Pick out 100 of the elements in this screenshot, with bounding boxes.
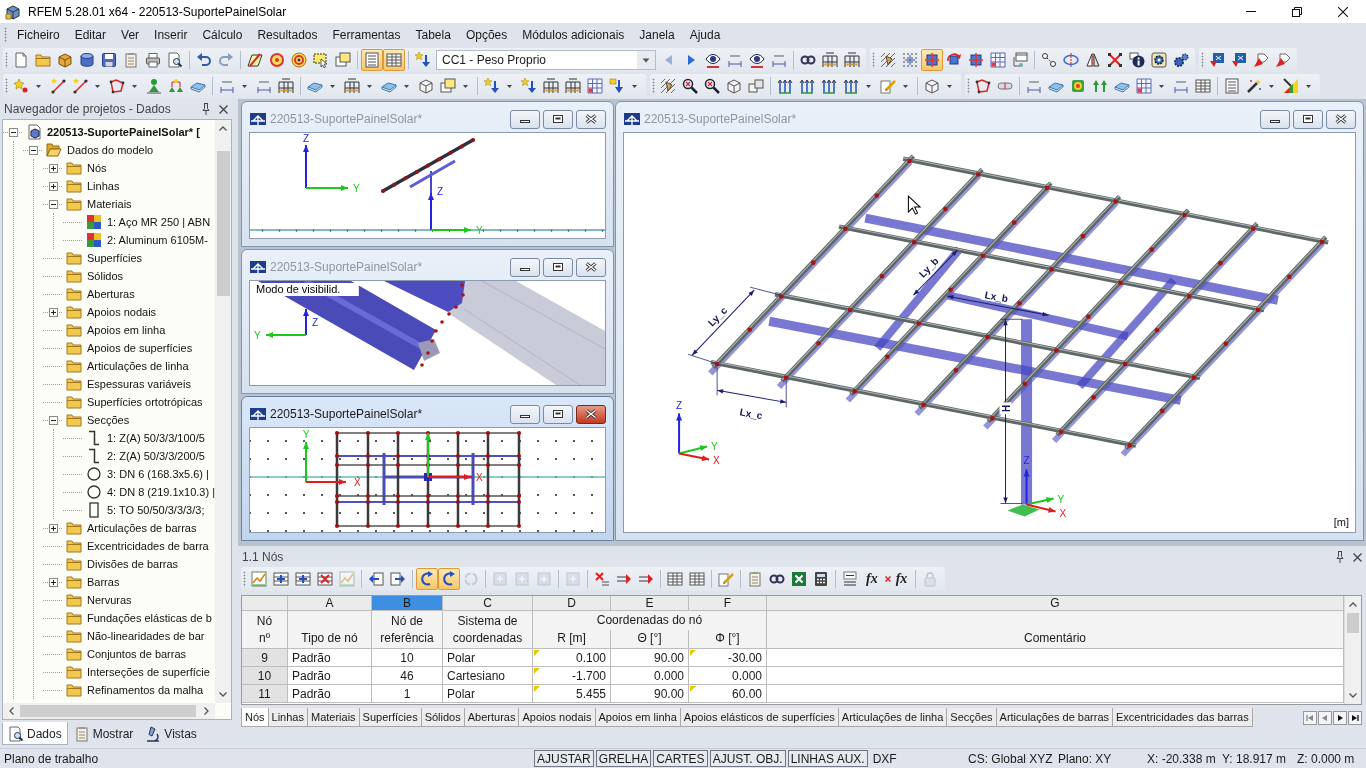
pin-icon[interactable] xyxy=(1335,551,1345,563)
polyline-icon[interactable] xyxy=(109,78,125,94)
tree-item[interactable]: Nervuras xyxy=(87,594,132,606)
tree-item[interactable]: Secções xyxy=(87,414,130,426)
menu-item[interactable]: Janela xyxy=(632,26,682,44)
minus-box-icon[interactable] xyxy=(8,127,18,137)
tree-item[interactable]: Sólidos xyxy=(87,270,124,282)
tree-item[interactable]: 2: Aluminum 6105M- xyxy=(107,234,208,246)
scrollbar[interactable] xyxy=(3,703,215,719)
tree-item[interactable]: Excentricidades de barra xyxy=(87,540,209,552)
gears-icon[interactable] xyxy=(1173,52,1189,68)
magnifier-icon[interactable] xyxy=(682,78,698,94)
chevron-right-icon[interactable] xyxy=(204,707,209,715)
hatch-icon[interactable] xyxy=(880,52,896,68)
plus-box-icon[interactable] xyxy=(48,577,58,587)
axes-icon[interactable] xyxy=(843,78,859,94)
toolbar-grip[interactable] xyxy=(967,78,970,94)
row-header[interactable]: 9 xyxy=(242,649,288,667)
close-icon[interactable] xyxy=(219,104,228,114)
minus-box-icon[interactable] xyxy=(48,415,58,425)
nodes-icon[interactable] xyxy=(1041,52,1057,68)
chevron-left-icon[interactable] xyxy=(9,707,14,715)
chart-icon[interactable] xyxy=(251,571,267,587)
table-tab[interactable]: Apoios nodais xyxy=(518,708,596,727)
maximize-button[interactable] xyxy=(543,257,573,277)
tree-item[interactable]: 5: TO 50/50/3/3/3/3; xyxy=(107,504,205,516)
tree-item[interactable]: 2: Z(A) 50/3/3/200/5 xyxy=(107,450,205,462)
grid-icon[interactable] xyxy=(587,78,603,94)
table-icon[interactable] xyxy=(689,571,705,587)
cube-icon[interactable] xyxy=(418,78,434,94)
chevron-down-icon[interactable] xyxy=(219,692,227,697)
wand-icon[interactable] xyxy=(1246,78,1262,94)
table-tab[interactable]: Aberturas xyxy=(463,708,520,727)
tree-item[interactable]: Superfícies ortotrópicas xyxy=(87,396,203,408)
tree-item[interactable]: Interseções de superfície xyxy=(87,666,210,678)
parallelogram-icon[interactable] xyxy=(247,52,263,68)
chevron-up-icon[interactable] xyxy=(1349,602,1357,607)
chevron-up-icon[interactable] xyxy=(219,126,227,131)
menu-item[interactable]: Ficheiro xyxy=(10,26,67,44)
navigator-tab[interactable]: Mostrar xyxy=(67,722,140,745)
load-case-dropdown[interactable]: CC1 - Peso Proprio xyxy=(436,50,656,70)
menu-item[interactable]: Ferramentas xyxy=(325,26,408,44)
view-window[interactable]: 220513-SuportePainelSolar* Y X X xyxy=(241,396,614,541)
table-tab[interactable]: Sólidos xyxy=(420,708,465,727)
minimize-button[interactable] xyxy=(510,257,540,277)
tree-item[interactable]: Apoios de superfícies xyxy=(87,342,193,354)
column-letter[interactable]: D xyxy=(533,596,611,611)
tree-item[interactable]: Materiais xyxy=(87,198,132,210)
table-tab[interactable]: Materiais xyxy=(307,708,360,727)
rotate-icon[interactable] xyxy=(946,52,962,68)
column-letter[interactable]: A xyxy=(288,596,372,611)
menu-item[interactable]: Módulos adicionais xyxy=(515,26,632,44)
delete-row-icon[interactable] xyxy=(317,571,333,587)
close-icon[interactable] xyxy=(1338,6,1348,17)
menu-item[interactable]: Editar xyxy=(67,26,114,44)
tree-item[interactable]: Aberturas xyxy=(87,288,135,300)
polyline-icon[interactable] xyxy=(975,78,991,94)
list-icon[interactable] xyxy=(361,49,383,71)
view-window[interactable]: 220513-SuportePainelSolar* Z Y Z Y xyxy=(241,101,614,247)
cube-icon[interactable] xyxy=(726,78,742,94)
formula-button[interactable]: fx xyxy=(863,570,881,588)
tree-item[interactable]: Conjuntos de barras xyxy=(87,648,187,660)
twin-support-icon[interactable] xyxy=(168,78,184,94)
support-icon[interactable] xyxy=(146,78,162,94)
minus-box-icon[interactable] xyxy=(48,199,58,209)
table-tab[interactable]: Secções xyxy=(946,708,997,727)
tree-item[interactable]: Linhas xyxy=(87,180,120,192)
caret-icon[interactable] xyxy=(36,84,41,88)
pencil-icon[interactable] xyxy=(880,78,896,94)
caret-icon[interactable] xyxy=(404,84,409,88)
tree-item[interactable]: Barras xyxy=(87,576,120,588)
tree-item[interactable]: Espessuras variáveis xyxy=(87,378,191,390)
maximize-button[interactable] xyxy=(543,109,573,129)
view-window[interactable]: 220513-SuportePainelSolar* Modo de visibilid. Z Y xyxy=(241,249,614,394)
tree-item[interactable]: Dados do modelo xyxy=(67,144,154,156)
menu-item[interactable]: Ajuda xyxy=(682,26,728,44)
document-icon[interactable] xyxy=(13,52,29,68)
pin-icon[interactable] xyxy=(201,103,211,115)
drawer-icon[interactable] xyxy=(57,52,73,68)
table-tab[interactable]: Superfícies xyxy=(358,708,422,727)
model-viewport[interactable]: Modo de visibilid. Z Y xyxy=(249,280,606,386)
column-letter[interactable]: E xyxy=(611,596,689,611)
delete-icon[interactable] xyxy=(594,571,610,587)
model-viewport[interactable]: Z Y Z Y xyxy=(249,132,606,239)
frame-icon[interactable] xyxy=(844,52,860,68)
caret-icon[interactable] xyxy=(463,84,468,88)
table-icon[interactable] xyxy=(667,571,683,587)
ring-icon[interactable] xyxy=(269,52,285,68)
list-icon[interactable] xyxy=(1224,78,1240,94)
eye-icon[interactable] xyxy=(705,52,721,68)
lines-icon[interactable] xyxy=(842,571,858,587)
caret-icon[interactable] xyxy=(95,84,100,88)
ellipse-icon[interactable] xyxy=(1063,52,1079,68)
cube-icon[interactable] xyxy=(924,78,940,94)
grid-icon[interactable] xyxy=(990,52,1006,68)
table-tab[interactable]: Apoios elásticos de superfícies xyxy=(679,708,839,727)
color-cube-icon[interactable] xyxy=(1070,78,1086,94)
caret-icon[interactable] xyxy=(1159,84,1164,88)
tree-item[interactable]: 220513-SuportePainelSolar* [ xyxy=(47,126,200,138)
windows-icon[interactable] xyxy=(440,78,456,94)
